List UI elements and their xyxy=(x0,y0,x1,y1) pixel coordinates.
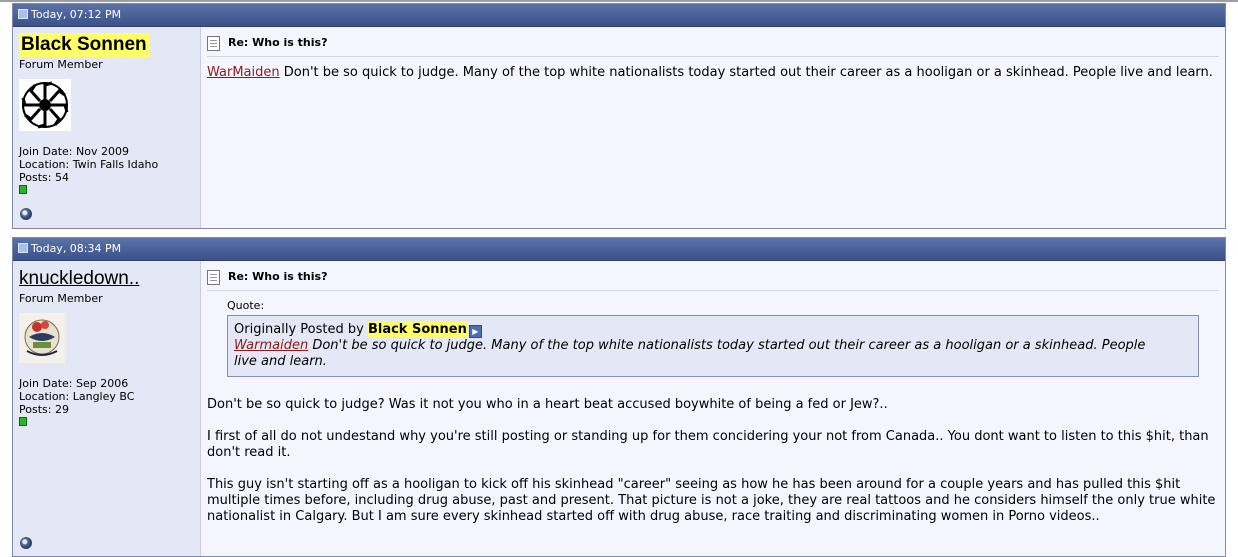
user-info-panel: Black Sonnen Forum Member Join Date: Nov… xyxy=(13,27,201,228)
location: Location: Langley BC xyxy=(19,390,135,403)
post-count: Posts: 29 xyxy=(19,403,69,416)
reputation-icon xyxy=(19,185,27,194)
user-title: Forum Member xyxy=(19,58,103,71)
quote-label: Quote: xyxy=(227,299,265,312)
user-info-panel: knuckledown.. Forum Member Join Date: Se… xyxy=(13,261,201,556)
quote-prefix: Originally Posted by xyxy=(234,322,368,337)
join-date: Join Date: Nov 2009 xyxy=(19,145,129,158)
post-timestamp: Today, 07:12 PM xyxy=(31,8,122,21)
post-timestamp: Today, 08:34 PM xyxy=(31,242,122,255)
post-count: Posts: 54 xyxy=(19,171,69,184)
post-header: Today, 07:12 PM xyxy=(13,4,1225,27)
username-link[interactable]: knuckledown.. xyxy=(19,267,139,291)
divider xyxy=(207,56,1219,57)
quote-header: Originally Posted by Black Sonnen ▶ xyxy=(234,322,1172,338)
document-icon xyxy=(207,269,220,285)
username-link[interactable]: Black Sonnen xyxy=(19,33,149,57)
quote-author: Black Sonnen xyxy=(367,322,467,337)
reputation-icon xyxy=(19,417,27,426)
quote-body: Warmaiden Don't be so quick to judge. Ma… xyxy=(234,338,1172,370)
avatar[interactable] xyxy=(19,313,65,363)
post-header: Today, 08:34 PM xyxy=(13,238,1225,261)
post-title-text: Re: Who is this? xyxy=(228,270,328,283)
post-paragraph: This guy isn't starting off as a hooliga… xyxy=(207,477,1216,524)
post-content: Re: Who is this? WarMaiden Don't be so q… xyxy=(207,27,1219,228)
post-title: Re: Who is this? xyxy=(207,35,1219,51)
post-message: WarMaiden Don't be so quick to judge. Ma… xyxy=(207,65,1219,81)
join-date: Join Date: Sep 2006 xyxy=(19,377,129,390)
divider xyxy=(207,290,1219,291)
user-title: Forum Member xyxy=(19,292,103,305)
post-content: Re: Who is this? Quote: Originally Poste… xyxy=(207,261,1219,556)
forum-post: Today, 08:34 PM knuckledown.. Forum Memb… xyxy=(12,237,1226,557)
online-status-icon[interactable] xyxy=(20,537,32,549)
post-title: Re: Who is this? xyxy=(207,269,1219,285)
post-paragraph: Don't be so quick to judge? Was it not y… xyxy=(207,397,888,412)
view-post-arrow-icon[interactable]: ▶ xyxy=(468,325,482,338)
quote-text: Don't be so quick to judge. Many of the … xyxy=(234,338,1146,369)
mention-link[interactable]: WarMaiden xyxy=(207,65,280,80)
post-status-icon xyxy=(18,243,28,253)
quote-mention-link[interactable]: Warmaiden xyxy=(234,338,308,353)
online-status-icon[interactable] xyxy=(20,208,32,220)
post-title-text: Re: Who is this? xyxy=(228,36,328,49)
avatar[interactable] xyxy=(19,79,71,131)
post-paragraph: I first of all do not undestand why you'… xyxy=(207,429,1209,460)
top-divider xyxy=(0,0,1238,2)
message-text: Don't be so quick to judge. Many of the … xyxy=(279,65,1213,80)
quote-block: Originally Posted by Black Sonnen ▶ Warma… xyxy=(227,315,1199,377)
location: Location: Twin Falls Idaho xyxy=(19,158,159,171)
forum-post: Today, 07:12 PM Black Sonnen Forum Membe… xyxy=(12,3,1226,229)
document-icon xyxy=(207,35,220,51)
post-status-icon xyxy=(18,9,28,19)
